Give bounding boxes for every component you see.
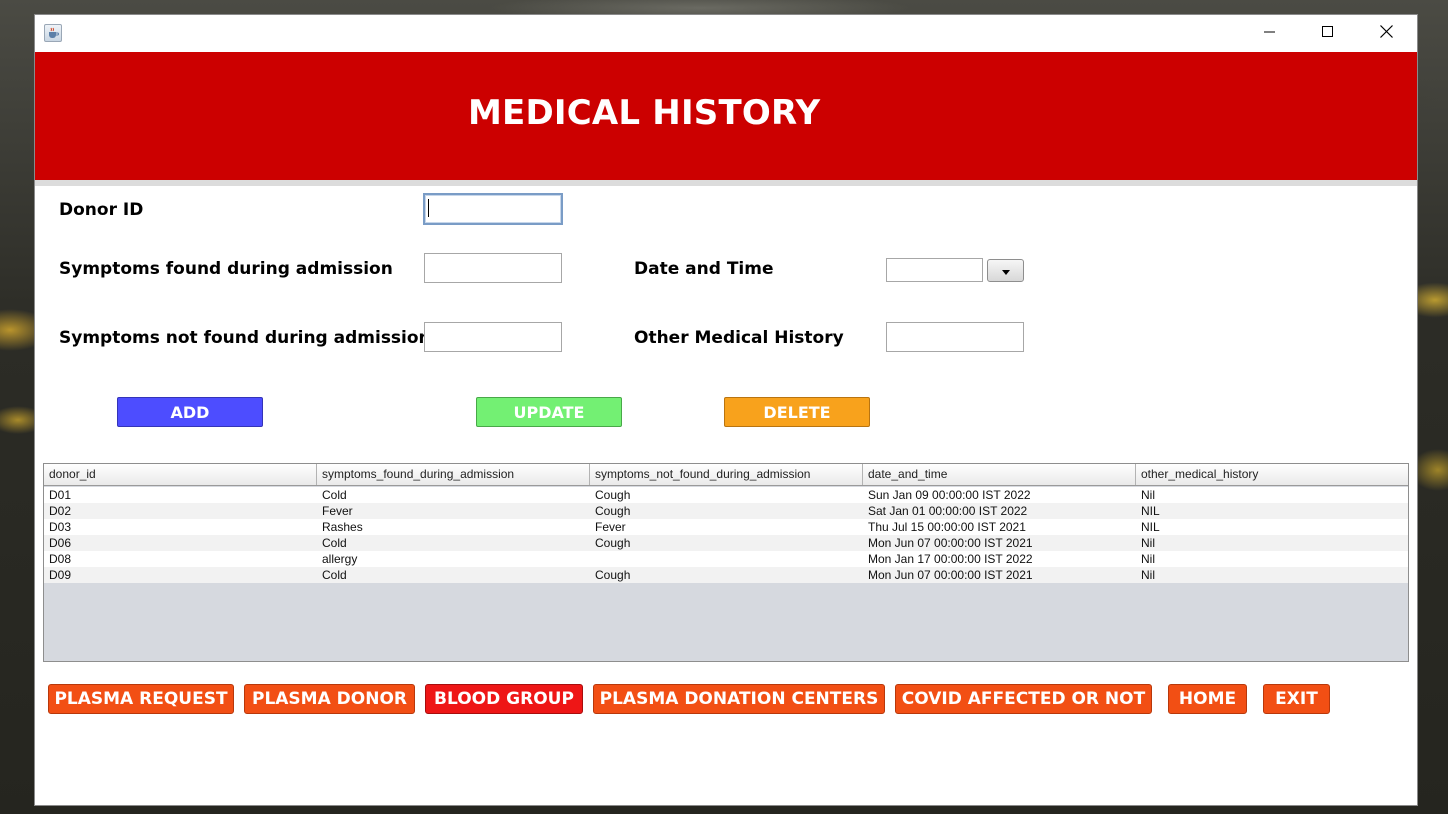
column-header[interactable]: other_medical_history [1136, 464, 1408, 485]
table-cell: Mon Jun 07 00:00:00 IST 2021 [868, 568, 1033, 582]
table-cell: allergy [322, 552, 358, 566]
table-cell: Thu Jul 15 00:00:00 IST 2021 [868, 520, 1026, 534]
delete-button[interactable]: DELETE [724, 397, 870, 427]
other-history-label: Other Medical History [634, 328, 844, 348]
table-row[interactable]: D01 Cold Cough Sun Jan 09 00:00:00 IST 2… [44, 487, 1408, 503]
symptoms-not-found-label: Symptoms not found during admission [59, 328, 431, 348]
table-cell: D08 [49, 552, 72, 566]
chevron-down-icon [1001, 262, 1010, 280]
table-row[interactable]: D06 Cold Cough Mon Jun 07 00:00:00 IST 2… [44, 535, 1408, 551]
table-cell: D02 [49, 504, 72, 518]
text-caret [428, 199, 429, 217]
table-cell: Nil [1141, 488, 1155, 502]
table-row[interactable]: D02 Fever Cough Sat Jan 01 00:00:00 IST … [44, 503, 1408, 519]
column-header[interactable]: symptoms_found_during_admission [317, 464, 590, 485]
column-header[interactable]: symptoms_not_found_during_admission [590, 464, 863, 485]
date-time-label: Date and Time [634, 259, 774, 279]
table-cell: Cold [322, 488, 347, 502]
donor-id-label: Donor ID [59, 200, 144, 220]
table-cell: Sat Jan 01 00:00:00 IST 2022 [868, 504, 1028, 518]
table-cell: Rashes [322, 520, 363, 534]
table-cell: Cough [595, 568, 631, 582]
table-cell: NIL [1141, 520, 1160, 534]
table-body: D01 Cold Cough Sun Jan 09 00:00:00 IST 2… [44, 487, 1408, 583]
table-cell: Nil [1141, 552, 1155, 566]
table-cell [590, 551, 863, 567]
java-cup-icon [44, 24, 62, 42]
table-cell: D09 [49, 568, 72, 582]
table-cell: Cough [595, 488, 631, 502]
date-picker-button[interactable] [987, 259, 1024, 282]
add-button[interactable]: ADD [117, 397, 263, 427]
table-cell: Mon Jun 07 00:00:00 IST 2021 [868, 536, 1033, 550]
other-history-input[interactable] [886, 322, 1024, 352]
table-row[interactable]: D03 Rashes Fever Thu Jul 15 00:00:00 IST… [44, 519, 1408, 535]
table-row[interactable]: D09 Cold Cough Mon Jun 07 00:00:00 IST 2… [44, 567, 1408, 583]
close-icon [1379, 24, 1393, 43]
covid-affected-button[interactable]: COVID AFFECTED OR NOT [895, 684, 1152, 714]
table-cell: D06 [49, 536, 72, 550]
date-time-field[interactable] [886, 258, 983, 282]
table-cell: D03 [49, 520, 72, 534]
title-bar[interactable] [35, 15, 1417, 52]
plasma-donation-centers-button[interactable]: PLASMA DONATION CENTERS [593, 684, 885, 714]
table-cell: Nil [1141, 536, 1155, 550]
donor-id-input[interactable] [423, 193, 563, 225]
header-banner: MEDICAL HISTORY [35, 52, 1417, 180]
symptoms-not-found-input[interactable] [424, 322, 562, 352]
app-window: MEDICAL HISTORY Donor ID Symptoms found … [35, 15, 1417, 805]
table-cell: Nil [1141, 568, 1155, 582]
table-row[interactable]: D08 allergy Mon Jan 17 00:00:00 IST 2022… [44, 551, 1408, 567]
column-header[interactable]: date_and_time [863, 464, 1136, 485]
maximize-button[interactable] [1299, 15, 1357, 52]
column-header[interactable]: donor_id [44, 464, 317, 485]
home-button[interactable]: HOME [1168, 684, 1247, 714]
maximize-icon [1322, 25, 1334, 43]
blood-group-button[interactable]: BLOOD GROUP [425, 684, 583, 714]
symptoms-found-input[interactable] [424, 253, 562, 283]
page-title: MEDICAL HISTORY [468, 93, 821, 133]
minimize-icon [1264, 25, 1276, 43]
table-cell: Cough [595, 536, 631, 550]
table-cell: Fever [595, 520, 626, 534]
table-cell: NIL [1141, 504, 1160, 518]
table-cell: Fever [322, 504, 353, 518]
history-table[interactable]: donor_id symptoms_found_during_admission… [43, 463, 1409, 662]
table-cell: Cold [322, 568, 347, 582]
table-cell: Mon Jan 17 00:00:00 IST 2022 [868, 552, 1033, 566]
header-divider [35, 180, 1417, 186]
table-cell: D01 [49, 488, 72, 502]
plasma-donor-button[interactable]: PLASMA DONOR [244, 684, 415, 714]
table-cell: Sun Jan 09 00:00:00 IST 2022 [868, 488, 1031, 502]
update-button[interactable]: UPDATE [476, 397, 622, 427]
plasma-request-button[interactable]: PLASMA REQUEST [48, 684, 234, 714]
symptoms-found-label: Symptoms found during admission [59, 259, 393, 279]
table-header: donor_id symptoms_found_during_admission… [44, 464, 1408, 486]
table-cell: Cold [322, 536, 347, 550]
table-cell: Cough [595, 504, 631, 518]
close-button[interactable] [1357, 15, 1415, 52]
exit-button[interactable]: EXIT [1263, 684, 1330, 714]
minimize-button[interactable] [1241, 15, 1299, 52]
